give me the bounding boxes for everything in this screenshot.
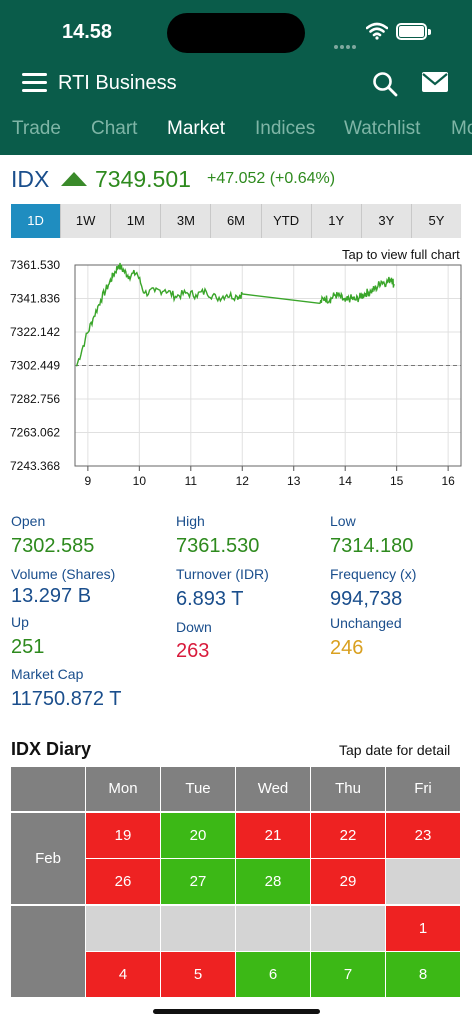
unchanged-value: 246 xyxy=(330,637,364,659)
x-tick-label: 14 xyxy=(339,474,353,488)
calendar-empty-day xyxy=(86,906,160,951)
x-tick-label: 9 xyxy=(85,474,92,488)
calendar-day[interactable]: 6 xyxy=(236,952,310,997)
high-value: 7361.530 xyxy=(176,535,260,557)
calendar-day[interactable]: 27 xyxy=(161,859,235,904)
search-icon[interactable] xyxy=(372,71,398,97)
main-tabs: Trade Chart Market Indices Watchlist Mo xyxy=(0,118,472,148)
calendar-day[interactable]: 8 xyxy=(386,952,460,997)
index-change: +47.052 (+0.64%) xyxy=(207,170,336,187)
weekday-header: Mon xyxy=(86,767,160,811)
y-tick-label: 7282.756 xyxy=(10,392,60,406)
diary-hint: Tap date for detail xyxy=(339,742,451,758)
range-button-1y[interactable]: 1Y xyxy=(311,204,362,238)
y-tick-label: 7302.449 xyxy=(10,359,60,373)
diary-title: IDX Diary xyxy=(11,739,92,759)
down-label: Down xyxy=(176,619,212,635)
frequency-value: 994,738 xyxy=(330,588,403,610)
x-tick-label: 15 xyxy=(390,474,404,488)
app-title: RTI Business xyxy=(58,72,177,94)
marketcap-value: 11750.872 T xyxy=(11,688,122,710)
low-value: 7314.180 xyxy=(330,535,414,557)
calendar-empty-day xyxy=(386,859,460,904)
weekday-header: Fri xyxy=(386,767,460,811)
tab-trade[interactable]: Trade xyxy=(12,118,61,140)
calendar-day[interactable]: 4 xyxy=(86,952,160,997)
up-arrow-icon xyxy=(61,172,87,186)
range-button-5y[interactable]: 5Y xyxy=(411,204,461,238)
month-label xyxy=(11,906,85,997)
volume-label: Volume (Shares) xyxy=(11,566,116,582)
open-value: 7302.585 xyxy=(11,535,95,557)
range-button-1m[interactable]: 1M xyxy=(111,204,162,238)
up-value: 251 xyxy=(11,636,45,658)
calendar-day[interactable]: 1 xyxy=(386,906,460,951)
calendar-day[interactable]: 7 xyxy=(311,952,385,997)
tab-market[interactable]: Market xyxy=(167,118,225,140)
calendar-empty-day xyxy=(161,906,235,951)
calendar-day[interactable]: 20 xyxy=(161,813,235,858)
volume-value: 13.297 B xyxy=(11,585,92,607)
weekday-header: Wed xyxy=(236,767,310,811)
calendar-day[interactable]: 5 xyxy=(161,952,235,997)
range-selector: 1D 1W 1M 3M 6M YTD 1Y 3Y 5Y xyxy=(11,204,461,238)
tab-indices[interactable]: Indices xyxy=(255,118,315,140)
calendar-day[interactable]: 29 xyxy=(311,859,385,904)
range-button-1w[interactable]: 1W xyxy=(61,204,112,238)
mail-icon[interactable] xyxy=(422,72,448,94)
dynamic-island xyxy=(167,13,305,53)
range-button-1d[interactable]: 1D xyxy=(11,204,62,238)
range-button-3m[interactable]: 3M xyxy=(161,204,212,238)
unchanged-label: Unchanged xyxy=(330,615,402,631)
y-tick-label: 7361.530 xyxy=(10,258,60,272)
calendar-corner xyxy=(11,767,85,811)
battery-icon xyxy=(396,23,431,41)
x-tick-label: 13 xyxy=(287,474,301,488)
status-time: 14.58 xyxy=(62,21,113,43)
x-tick-label: 16 xyxy=(441,474,455,488)
hamburger-menu-icon[interactable] xyxy=(22,73,47,93)
x-tick-label: 11 xyxy=(185,474,198,488)
intraday-chart[interactable]: 7361.530 7341.836 7322.142 7302.449 7282.756… xyxy=(0,255,472,495)
calendar-empty-day xyxy=(236,906,310,951)
cellular-signal-icon xyxy=(334,36,358,49)
calendar-day[interactable]: 21 xyxy=(236,813,310,858)
calendar-day[interactable]: 19 xyxy=(86,813,160,858)
y-tick-label: 7243.368 xyxy=(10,459,60,473)
y-tick-label: 7341.836 xyxy=(10,292,60,306)
low-label: Low xyxy=(330,513,356,529)
home-indicator xyxy=(153,1009,320,1014)
calendar-day[interactable]: 26 xyxy=(86,859,160,904)
high-label: High xyxy=(176,513,205,529)
tab-watchlist[interactable]: Watchlist xyxy=(344,118,420,140)
range-button-3y[interactable]: 3Y xyxy=(361,204,412,238)
calendar-day[interactable]: 22 xyxy=(311,813,385,858)
down-value: 263 xyxy=(176,640,210,662)
marketcap-label: Market Cap xyxy=(11,666,84,682)
index-price: 7349.501 xyxy=(95,166,191,192)
x-tick-label: 10 xyxy=(133,474,147,488)
turnover-label: Turnover (IDR) xyxy=(176,566,269,582)
turnover-value: 6.893 T xyxy=(176,588,244,610)
open-label: Open xyxy=(11,513,46,529)
index-symbol: IDX xyxy=(11,166,50,192)
weekday-header: Thu xyxy=(311,767,385,811)
index-price-line xyxy=(75,262,395,367)
wifi-icon xyxy=(366,22,388,40)
calendar-day[interactable]: 23 xyxy=(386,813,460,858)
up-label: Up xyxy=(11,614,29,630)
y-tick-label: 7263.062 xyxy=(10,426,60,440)
calendar-day[interactable]: 28 xyxy=(236,859,310,904)
range-button-ytd[interactable]: YTD xyxy=(261,204,312,238)
app-header: 14.58 RTI Business Trade Chart Market In… xyxy=(0,0,472,155)
month-label: Feb xyxy=(11,813,85,904)
tab-more[interactable]: Mo xyxy=(451,118,472,140)
frequency-label: Frequency (x) xyxy=(330,566,417,582)
weekday-header: Tue xyxy=(161,767,235,811)
x-tick-label: 12 xyxy=(236,474,250,488)
range-button-6m[interactable]: 6M xyxy=(211,204,262,238)
y-tick-label: 7322.142 xyxy=(10,325,60,339)
calendar-empty-day xyxy=(311,906,385,951)
tab-chart[interactable]: Chart xyxy=(91,118,137,140)
